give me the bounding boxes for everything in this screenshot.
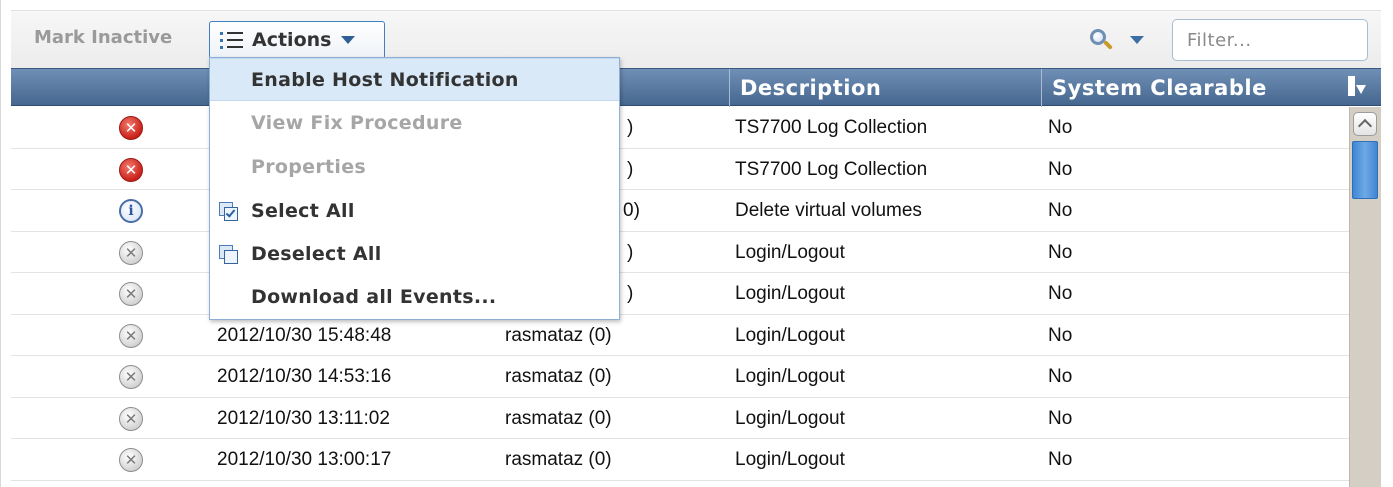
status-cell: ✕ (119, 116, 143, 140)
menu-item-properties: Properties (210, 146, 619, 189)
user-cell: ) (627, 117, 634, 138)
description-cell: Delete virtual volumes (735, 200, 922, 221)
menu-item-label: Deselect All (251, 243, 382, 265)
timestamp-cell: 2012/10/30 13:00:17 (217, 449, 392, 470)
clearable-cell: No (1048, 324, 1073, 346)
status-cell: i (119, 199, 143, 223)
status-cell: ✕ (119, 406, 143, 431)
table-row[interactable]: ✕ 2012/10/30 13:00:17 rasmataz (0) Login/Lo… (11, 439, 1349, 481)
user-cell: rasmataz (0) (505, 449, 612, 470)
user-cell: rasmataz (0) (505, 324, 612, 346)
column-chooser-icon[interactable] (1346, 73, 1368, 101)
column-header-description[interactable]: Description (730, 69, 881, 107)
timestamp-cell: 2012/10/30 13:11:02 (217, 407, 390, 429)
select-all-icon (219, 202, 241, 222)
description-cell: Login/Logout (735, 324, 845, 346)
status-cell: ✕ (119, 157, 143, 182)
search-scope-button[interactable] (1088, 25, 1148, 55)
description-cell: Login/Logout (735, 366, 845, 387)
inactive-icon: ✕ (119, 365, 143, 389)
actions-button[interactable]: Actions (209, 21, 385, 59)
scroll-up-icon[interactable] (1353, 112, 1377, 136)
description-cell: Login/Logout (735, 283, 845, 304)
clearable-cell: No (1048, 158, 1073, 180)
info-icon: i (119, 199, 143, 223)
inactive-icon: ✕ (119, 240, 143, 265)
inactive-icon: ✕ (119, 282, 143, 306)
menu-item-select-all[interactable]: Select All (210, 190, 619, 233)
user-cell: ) (627, 283, 634, 304)
table-row[interactable]: ✕ 2012/10/30 15:48:48 rasmataz (0) Login/Lo… (11, 315, 1349, 356)
chevron-down-icon (1130, 36, 1144, 44)
vertical-scrollbar[interactable] (1349, 107, 1381, 487)
error-icon: ✕ (119, 116, 143, 140)
clearable-cell: No (1048, 366, 1073, 387)
timestamp-cell: 2012/10/30 14:53:16 (217, 366, 392, 387)
description-cell: TS7700 Log Collection (735, 158, 928, 180)
clearable-cell: No (1048, 449, 1073, 470)
status-cell: ✕ (119, 448, 143, 472)
search-icon (1088, 27, 1114, 53)
user-cell: 0) (623, 200, 640, 221)
user-cell: ) (627, 158, 634, 180)
menu-item-download-all-events[interactable]: Download all Events... (210, 276, 619, 319)
description-cell: Login/Logout (735, 407, 845, 429)
clearable-cell: No (1048, 200, 1073, 221)
clearable-cell: No (1048, 407, 1073, 429)
user-cell: rasmataz (0) (505, 407, 612, 429)
actions-menu: Enable Host Notification View Fix Proced… (209, 57, 620, 320)
description-cell: Login/Logout (735, 449, 845, 470)
menu-item-label: Select All (251, 200, 355, 222)
column-header-system-clearable[interactable]: System Clearable (1042, 69, 1267, 107)
menu-item-label: Download all Events... (251, 286, 497, 308)
status-cell: ✕ (119, 365, 143, 389)
table-row[interactable]: ✕ 2012/10/30 13:11:02 rasmataz (0) Login/Lo… (11, 398, 1349, 439)
inactive-icon: ✕ (119, 323, 143, 348)
deselect-all-icon (219, 245, 241, 265)
menu-item-label: View Fix Procedure (251, 112, 463, 134)
user-cell: ) (627, 241, 634, 263)
list-icon (220, 29, 244, 51)
scroll-thumb[interactable] (1352, 141, 1378, 199)
timestamp-cell: 2012/10/30 15:48:48 (217, 324, 392, 346)
clearable-cell: No (1048, 241, 1073, 263)
mark-inactive-button[interactable]: Mark Inactive (34, 27, 172, 48)
actions-label: Actions (252, 29, 332, 51)
menu-item-view-fix-procedure: View Fix Procedure (210, 102, 619, 145)
description-cell: Login/Logout (735, 241, 845, 263)
clearable-cell: No (1048, 117, 1073, 138)
menu-item-label: Enable Host Notification (251, 69, 519, 91)
status-cell: ✕ (119, 282, 143, 306)
user-cell: rasmataz (0) (505, 366, 612, 387)
menu-item-deselect-all[interactable]: Deselect All (210, 233, 619, 276)
description-cell: TS7700 Log Collection (735, 117, 928, 138)
inactive-icon: ✕ (119, 406, 143, 431)
menu-item-enable-host-notification[interactable]: Enable Host Notification (210, 58, 619, 101)
inactive-icon: ✕ (119, 448, 143, 472)
events-panel: Mark Inactive Actions Description System… (0, 0, 1393, 487)
table-row[interactable]: ✕ 2012/10/30 14:53:16 rasmataz (0) Login/Lo… (11, 356, 1349, 398)
filter-input[interactable] (1172, 19, 1368, 61)
clearable-cell: No (1048, 283, 1073, 304)
status-cell: ✕ (119, 323, 143, 348)
chevron-down-icon (341, 36, 356, 44)
status-cell: ✕ (119, 240, 143, 265)
error-icon: ✕ (119, 157, 143, 182)
menu-item-label: Properties (251, 156, 366, 178)
